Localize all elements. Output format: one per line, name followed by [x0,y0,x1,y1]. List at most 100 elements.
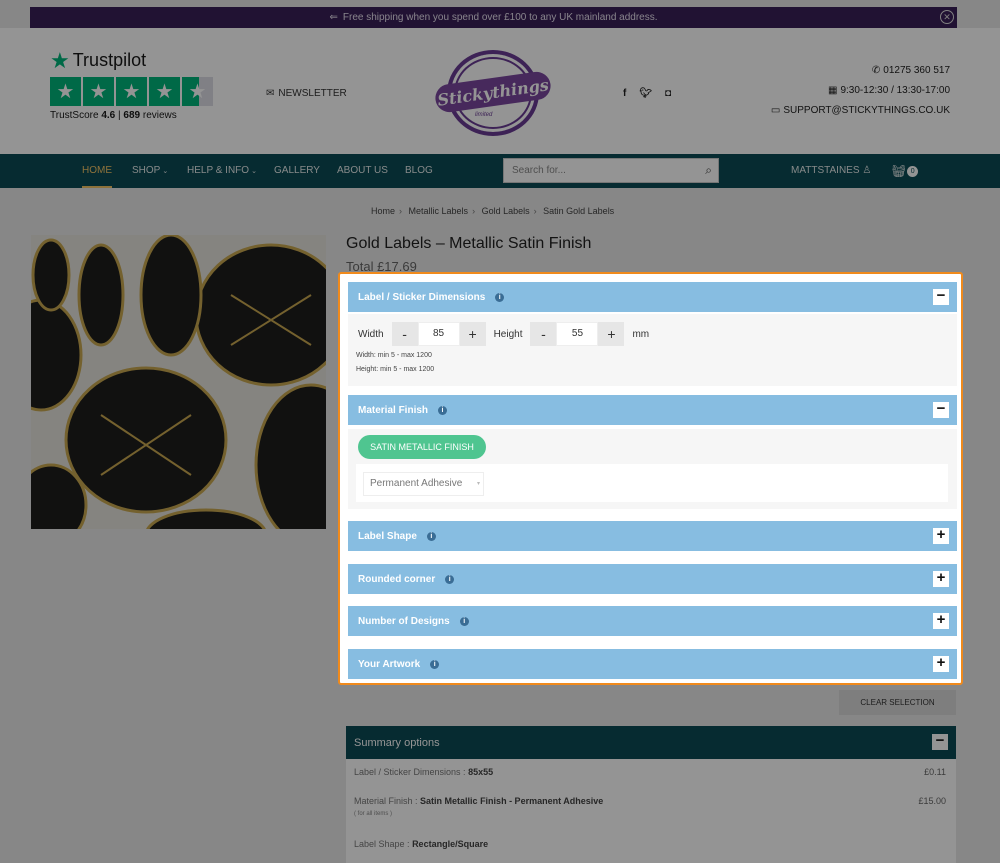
gold-labels-photo [31,235,326,529]
chevron-down-icon: ▾ [476,481,480,487]
product-configurator: Label / Sticker Dimensions i − Width - 8… [338,272,963,685]
cart-button[interactable]: 🧺︎ 0 [891,164,919,178]
email-line[interactable]: ▭ SUPPORT@STICKYTHINGS.CO.UK [771,104,950,124]
nav-help-info[interactable]: HELP & INFO ⌄ [187,154,257,188]
close-icon[interactable]: ✕ [940,10,954,24]
chevron-down-icon: ⌄ [251,168,257,175]
star-icon: ★ [116,77,147,106]
section-dimensions-header[interactable]: Label / Sticker Dimensions i − [348,282,957,312]
height-hint: Height: min 5 - max 1200 [356,366,435,373]
summary-price: £0.11 [924,767,946,777]
user-icon: ♙ [862,165,872,176]
material-option-selected[interactable]: SATIN METALLIC FINISH [358,435,486,459]
collapse-icon[interactable]: − [933,401,949,418]
site-logo[interactable]: Stickythings limited [433,50,553,136]
star-icon: ★ [83,77,114,106]
section-your-artwork-header[interactable]: Your Artwork i + [348,649,957,679]
twitter-icon[interactable]: 🐦︎ [639,88,652,99]
star-icon: ★ [50,77,81,106]
summary-line: Label Shape : Rectangle/Square [354,839,489,849]
site-header: ★ Trustpilot ★ ★ ★ ★ ★ TrustScore 4.6 | … [0,28,1000,154]
section-rounded-corner-header[interactable]: Rounded corner i + [348,564,957,594]
breadcrumb: Home › Metallic Labels › Gold Labels › Sati… [371,206,615,216]
nav-shop[interactable]: SHOP ⌄ [132,154,168,188]
announcement-bar: ⇐ Free shipping when you spend over £100… [30,7,957,28]
clear-selection-button[interactable]: CLEAR SELECTION [839,690,956,715]
info-icon[interactable]: i [445,574,455,584]
nav-about-us[interactable]: ABOUT US [337,154,388,188]
summary-line: Material Finish : Satin Metallic Finish … [354,796,604,806]
width-label: Width [358,328,384,340]
breadcrumb-current: Satin Gold Labels [543,206,615,216]
facebook-icon[interactable]: f [623,88,626,99]
expand-icon[interactable]: + [933,612,949,629]
info-icon[interactable]: i [438,405,448,415]
star-icon: ★ [149,77,180,106]
account-link[interactable]: MATTSTAINES ♙ [791,154,871,188]
phone-line[interactable]: ✆ 01275 360 517 [771,64,950,84]
expand-icon[interactable]: + [933,655,949,672]
expand-icon[interactable]: + [933,570,949,587]
width-increment-button[interactable]: + [459,322,486,346]
envelope-icon: ✉ [266,88,275,99]
section-dimensions-body: Width - 85 + Height - 55 + mm Width: min… [348,314,957,386]
trustpilot-star-icon: ★ [50,47,70,73]
breadcrumb-item[interactable]: Gold Labels [482,206,530,216]
calendar-icon: ▦ [828,85,838,96]
trustscore-value: 4.6 [101,110,116,121]
section-material-header[interactable]: Material Finish i − [348,395,957,425]
collapse-icon[interactable]: − [932,733,948,750]
adhesive-select[interactable]: Permanent Adhesive ▾ [363,472,484,496]
phone-icon: ✆ [871,65,881,76]
product-title: Gold Labels – Metallic Satin Finish [346,235,592,252]
height-decrement-button[interactable]: - [530,322,557,346]
nav-gallery[interactable]: GALLERY [274,154,320,188]
breadcrumb-item[interactable]: Home [371,206,395,216]
expand-icon[interactable]: + [933,527,949,544]
summary-line: Label / Sticker Dimensions : 85x55 [354,767,494,777]
breadcrumb-item[interactable]: Metallic Labels [409,206,469,216]
reviews-count: 689 [123,110,141,121]
dimensions-inputs: Width - 85 + Height - 55 + mm [358,322,649,346]
contact-info: ✆ 01275 360 517 ▦ 9:30-12:30 / 13:30-17:00… [771,64,950,124]
basket-icon: 🧺︎ [891,164,907,178]
nav-blog[interactable]: BLOG [405,154,433,188]
social-links: f 🐦︎ ◘ [623,88,684,99]
truck-icon: ⇐ [329,12,338,23]
trustpilot-name: Trustpilot [72,50,147,70]
section-label-shape-header[interactable]: Label Shape i + [348,521,957,551]
cart-count: 0 [907,165,919,177]
height-increment-button[interactable]: + [598,322,625,346]
half-star-icon: ★ [182,77,213,106]
trustscore: TrustScore 4.6 | 689 reviews [50,110,177,121]
info-icon[interactable]: i [430,659,440,669]
instagram-icon[interactable]: ◘ [665,88,671,99]
section-material-body: SATIN METALLIC FINISH Permanent Adhesive… [348,429,957,509]
summary-note: ( for all items ) [354,811,393,817]
chat-icon: ▭ [770,105,781,116]
collapse-icon[interactable]: − [933,288,949,305]
product-image[interactable] [31,235,326,529]
info-icon[interactable]: i [459,616,469,626]
summary-header[interactable]: Summary options − [346,726,956,759]
newsletter-link[interactable]: ✉ NEWSLETTER [266,88,347,99]
announcement-text: Free shipping when you spend over £100 t… [342,12,658,23]
summary-body: Label / Sticker Dimensions : 85x55 £0.11… [346,759,956,863]
chevron-down-icon: ⌄ [162,168,169,175]
height-label: Height [493,328,523,340]
trustpilot-rating-stars: ★ ★ ★ ★ ★ [50,77,215,106]
trustpilot-widget[interactable]: ★ Trustpilot ★ ★ ★ ★ ★ TrustScore 4.6 | … [50,47,215,121]
summary-title: Summary options [354,736,440,749]
info-icon[interactable]: i [426,531,436,541]
info-icon[interactable]: i [495,292,505,302]
width-decrement-button[interactable]: - [391,322,418,346]
search-icon[interactable]: ⌕ [705,163,712,178]
hours-line: ▦ 9:30-12:30 / 13:30-17:00 [828,85,950,96]
search-input[interactable]: Search for... ⌕ [503,158,719,183]
width-hint: Width: min 5 - max 1200 [356,352,432,359]
logo-sub: limited [475,112,493,118]
section-number-of-designs-header[interactable]: Number of Designs i + [348,606,957,636]
width-field[interactable]: 85 [417,322,460,346]
nav-home[interactable]: HOME [82,154,112,188]
height-field[interactable]: 55 [556,322,599,346]
